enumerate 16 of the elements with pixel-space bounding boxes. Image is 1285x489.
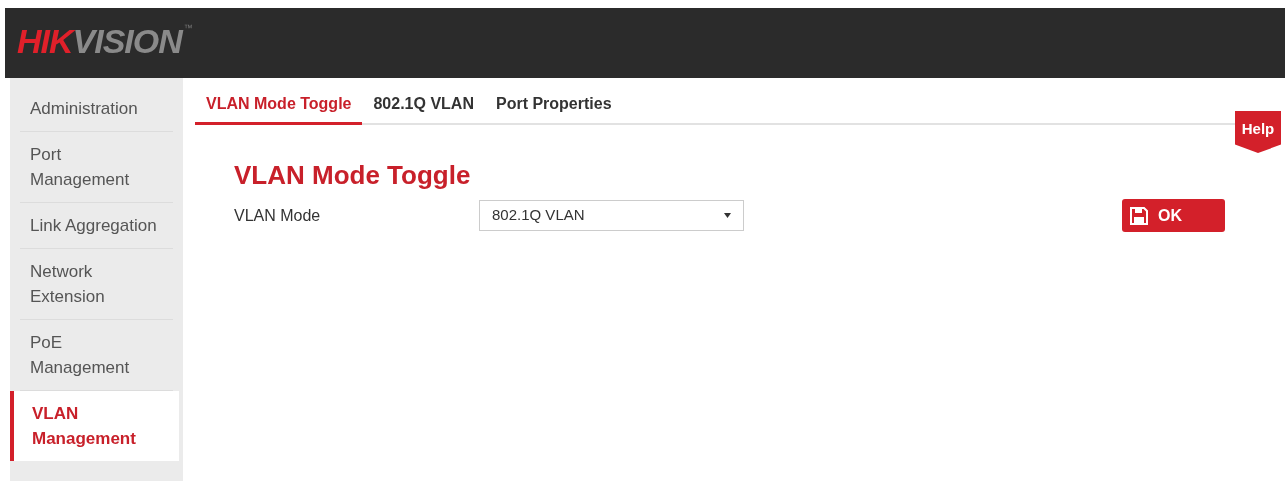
tab[interactable]: VLAN Mode Toggle (195, 92, 363, 125)
dropdown-caret-icon (724, 213, 731, 218)
sidebar-item[interactable]: Port Management (20, 132, 173, 203)
field-label: VLAN Mode (234, 205, 322, 226)
sidebar-item[interactable]: Link Aggregation (20, 203, 173, 249)
ok-button[interactable]: OK (1122, 199, 1225, 232)
tab[interactable]: Port Properties (484, 92, 623, 125)
section-title: VLAN Mode Toggle (234, 159, 472, 191)
save-icon (1130, 206, 1148, 225)
vlan-mode-select[interactable]: 802.1Q VLAN (479, 200, 744, 231)
sidebar-item[interactable]: Network Extension (20, 249, 173, 320)
logo: HIKVISION™ (17, 24, 192, 58)
tab[interactable]: 802.1Q VLAN (362, 92, 485, 125)
sidebar-item[interactable]: VLAN Management (10, 391, 179, 461)
sidebar-item[interactable]: Administration (20, 86, 173, 132)
help-tab[interactable]: Help (1235, 111, 1281, 153)
